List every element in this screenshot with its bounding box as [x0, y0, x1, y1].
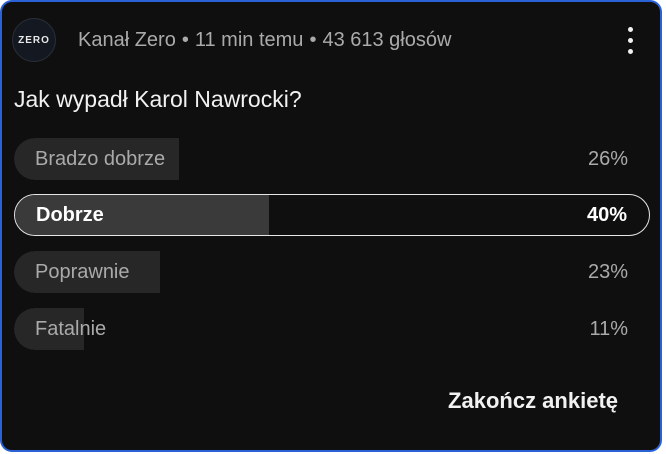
option-label: Poprawnie	[35, 260, 130, 283]
post-header: ZERO Kanał Zero • 11 min temu • 43 613 g…	[12, 18, 640, 62]
meta-separator: •	[181, 28, 189, 51]
vertical-ellipsis-icon[interactable]	[620, 20, 640, 60]
option-percent: 23%	[587, 260, 628, 283]
vote-count: 43 613 głosów	[322, 28, 452, 51]
poll-options: Bradzo dobrze 26% Dobrze 40% Poprawnie 2…	[14, 138, 650, 365]
option-percent: 40%	[586, 203, 627, 226]
poll-option[interactable]: Poprawnie 23%	[14, 251, 650, 293]
option-label: Dobrze	[36, 203, 104, 226]
poll-option[interactable]: Fatalnie 11%	[14, 308, 650, 350]
poll-question: Jak wypadł Karol Nawrocki?	[14, 86, 302, 112]
option-label: Bradzo dobrze	[35, 147, 166, 170]
option-percent: 11%	[589, 317, 628, 340]
poll-option[interactable]: Bradzo dobrze 26%	[14, 138, 650, 180]
channel-avatar[interactable]: ZERO	[12, 18, 56, 62]
post-meta: Kanał Zero • 11 min temu • 43 613 głosów	[78, 29, 451, 52]
avatar-logo-text: ZERO	[18, 34, 50, 46]
option-label: Fatalnie	[35, 317, 107, 340]
poll-option[interactable]: Dobrze 40%	[14, 194, 650, 236]
poll-card: ZERO Kanał Zero • 11 min temu • 43 613 g…	[0, 0, 662, 452]
end-poll-button[interactable]: Zakończ ankietę	[448, 388, 618, 414]
channel-name[interactable]: Kanał Zero	[78, 29, 176, 52]
meta-separator: •	[309, 28, 317, 51]
option-percent: 26%	[587, 147, 628, 170]
post-time[interactable]: 11 min temu	[195, 29, 304, 52]
